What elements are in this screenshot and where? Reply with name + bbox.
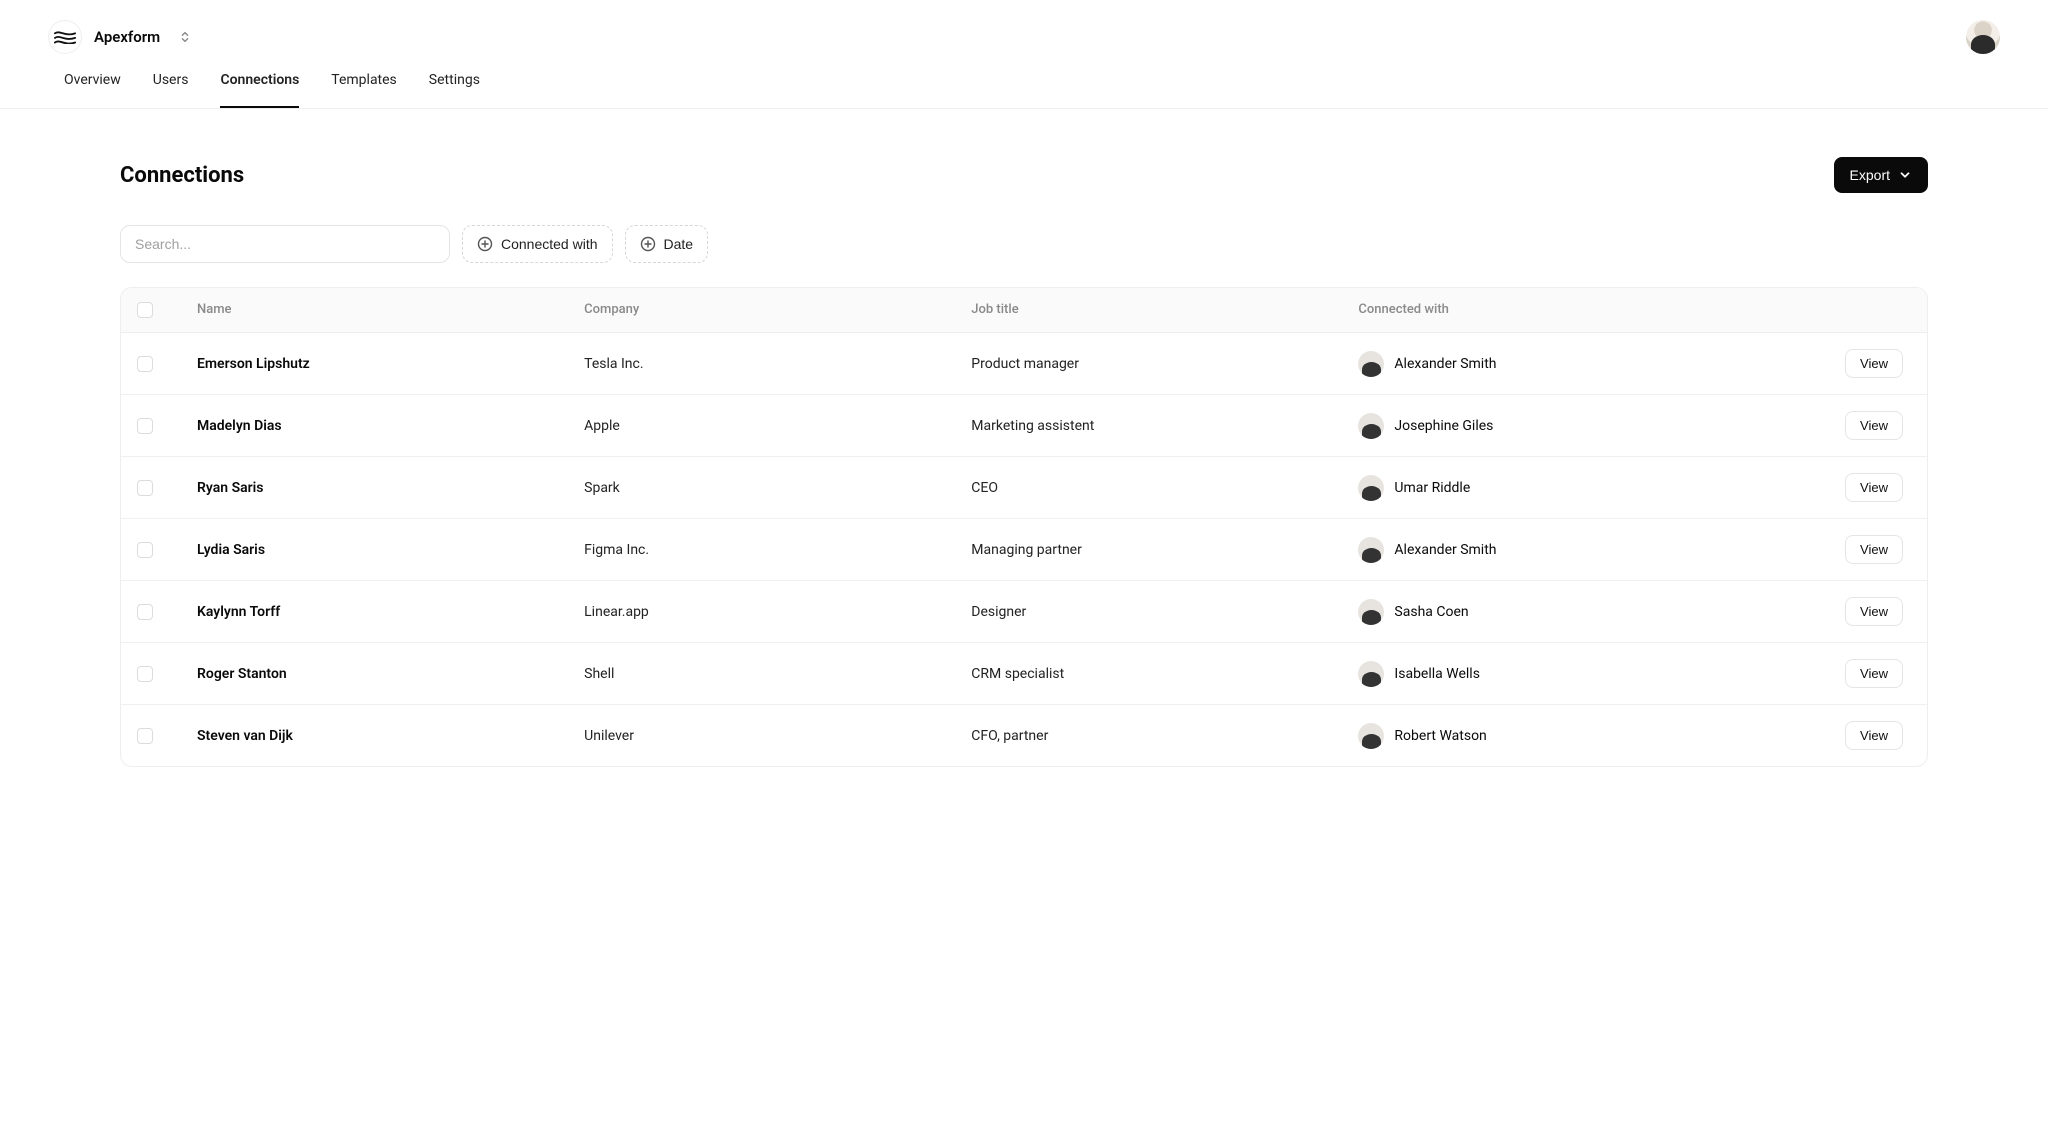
cell-name: Roger Stanton	[181, 666, 568, 682]
connected-avatar	[1358, 413, 1384, 439]
col-name: Name	[181, 302, 568, 318]
cell-company: Unilever	[568, 728, 955, 744]
page-title: Connections	[120, 163, 244, 188]
cell-job: Managing partner	[955, 542, 1342, 558]
row-checkbox[interactable]	[137, 356, 153, 372]
cell-job: Marketing assistent	[955, 418, 1342, 434]
cell-job: CEO	[955, 480, 1342, 496]
cell-connected: Alexander Smith	[1342, 351, 1807, 377]
table-header: Name Company Job title Connected with	[121, 288, 1927, 333]
cell-name: Madelyn Dias	[181, 418, 568, 434]
filter-date[interactable]: Date	[625, 225, 709, 263]
row-checkbox[interactable]	[137, 604, 153, 620]
chevrons-up-down-icon	[178, 30, 192, 44]
connected-name: Umar Riddle	[1394, 480, 1470, 496]
topbar: Apexform	[0, 0, 2048, 54]
filter-date-label: Date	[664, 236, 694, 252]
table-row: Ryan SarisSparkCEO Umar Riddle View	[121, 457, 1927, 519]
cell-connected: Alexander Smith	[1342, 537, 1807, 563]
cell-job: Product manager	[955, 356, 1342, 372]
filter-connected-with-label: Connected with	[501, 236, 598, 252]
col-job: Job title	[955, 302, 1342, 318]
cell-job: CRM specialist	[955, 666, 1342, 682]
table-row: Kaylynn TorffLinear.appDesigner Sasha Coe…	[121, 581, 1927, 643]
table-row: Emerson LipshutzTesla Inc.Product manage…	[121, 333, 1927, 395]
cell-name: Ryan Saris	[181, 480, 568, 496]
view-button[interactable]: View	[1845, 659, 1903, 688]
profile-avatar[interactable]	[1966, 20, 2000, 54]
brand-logo-icon	[48, 20, 82, 54]
main-nav: Overview Users Connections Templates Set…	[0, 54, 2048, 109]
connections-table: Name Company Job title Connected with Em…	[120, 287, 1928, 767]
cell-company: Tesla Inc.	[568, 356, 955, 372]
cell-company: Shell	[568, 666, 955, 682]
brand-name: Apexform	[94, 28, 160, 46]
connected-avatar	[1358, 537, 1384, 563]
select-all-checkbox[interactable]	[137, 302, 153, 318]
cell-connected: Robert Watson	[1342, 723, 1807, 749]
connected-avatar	[1358, 599, 1384, 625]
row-checkbox[interactable]	[137, 480, 153, 496]
nav-settings[interactable]: Settings	[429, 72, 480, 108]
plus-circle-icon	[640, 236, 656, 252]
view-button[interactable]: View	[1845, 411, 1903, 440]
cell-job: Designer	[955, 604, 1342, 620]
view-button[interactable]: View	[1845, 473, 1903, 502]
row-checkbox[interactable]	[137, 418, 153, 434]
filter-connected-with[interactable]: Connected with	[462, 225, 613, 263]
export-button[interactable]: Export	[1834, 157, 1928, 193]
nav-users[interactable]: Users	[153, 72, 189, 108]
cell-connected: Josephine Giles	[1342, 413, 1807, 439]
connected-avatar	[1358, 661, 1384, 687]
row-checkbox[interactable]	[137, 728, 153, 744]
export-label: Export	[1850, 167, 1890, 183]
row-checkbox[interactable]	[137, 542, 153, 558]
brand-switcher[interactable]: Apexform	[48, 20, 192, 54]
table-row: Madelyn DiasAppleMarketing assistent Jose…	[121, 395, 1927, 457]
connected-name: Sasha Coen	[1394, 604, 1468, 620]
row-checkbox[interactable]	[137, 666, 153, 682]
connected-avatar	[1358, 723, 1384, 749]
connected-name: Josephine Giles	[1394, 418, 1493, 434]
page-content: Connections Export Connected with Date N…	[0, 109, 2048, 815]
cell-company: Linear.app	[568, 604, 955, 620]
view-button[interactable]: View	[1845, 597, 1903, 626]
nav-connections[interactable]: Connections	[220, 72, 299, 108]
cell-company: Apple	[568, 418, 955, 434]
cell-name: Emerson Lipshutz	[181, 356, 568, 372]
cell-name: Kaylynn Torff	[181, 604, 568, 620]
plus-circle-icon	[477, 236, 493, 252]
table-row: Steven van DijkUnileverCFO, partner Rober…	[121, 705, 1927, 766]
cell-name: Steven van Dijk	[181, 728, 568, 744]
connected-name: Isabella Wells	[1394, 666, 1480, 682]
nav-templates[interactable]: Templates	[331, 72, 397, 108]
cell-connected: Umar Riddle	[1342, 475, 1807, 501]
cell-company: Spark	[568, 480, 955, 496]
connected-name: Alexander Smith	[1394, 542, 1496, 558]
connected-avatar	[1358, 351, 1384, 377]
chevron-down-icon	[1898, 168, 1912, 182]
view-button[interactable]: View	[1845, 349, 1903, 378]
col-connected: Connected with	[1342, 302, 1807, 318]
table-row: Roger StantonShellCRM specialist Isabella…	[121, 643, 1927, 705]
view-button[interactable]: View	[1845, 721, 1903, 750]
col-company: Company	[568, 302, 955, 318]
cell-connected: Isabella Wells	[1342, 661, 1807, 687]
connected-avatar	[1358, 475, 1384, 501]
cell-name: Lydia Saris	[181, 542, 568, 558]
filter-bar: Connected with Date	[120, 225, 1928, 263]
cell-job: CFO, partner	[955, 728, 1342, 744]
connected-name: Robert Watson	[1394, 728, 1486, 744]
cell-company: Figma Inc.	[568, 542, 955, 558]
nav-overview[interactable]: Overview	[64, 72, 121, 108]
table-row: Lydia SarisFigma Inc.Managing partner Ale…	[121, 519, 1927, 581]
search-input[interactable]	[120, 225, 450, 263]
connected-name: Alexander Smith	[1394, 356, 1496, 372]
cell-connected: Sasha Coen	[1342, 599, 1807, 625]
view-button[interactable]: View	[1845, 535, 1903, 564]
